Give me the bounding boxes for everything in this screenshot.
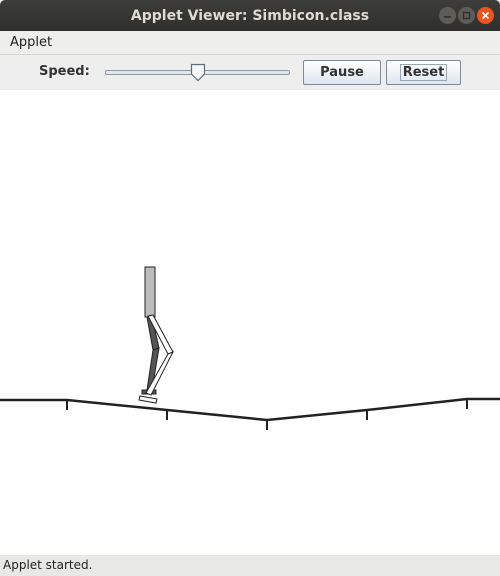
walker-figure [138,266,175,404]
minimize-icon[interactable] [439,7,456,24]
speed-label: Speed: [39,64,90,79]
walker-torso [144,266,156,318]
reset-button[interactable]: Reset [386,60,461,85]
window-title: Applet Viewer: Simbicon.class [130,7,370,24]
control-panel: Speed: Pause Reset [0,55,500,90]
status-bar: Applet started. [0,555,500,576]
close-icon[interactable] [477,7,494,24]
speed-slider[interactable] [105,63,290,83]
menu-applet[interactable]: Applet [10,35,52,50]
ground-ticks [66,399,468,430]
pause-button[interactable]: Pause [303,60,381,85]
status-text: Applet started. [3,558,93,572]
ground-line [0,397,500,422]
speed-slider-thumb[interactable] [190,63,206,83]
simulation-drawing [0,266,500,430]
simulation-canvas [0,90,500,555]
maximize-icon[interactable] [458,7,475,24]
walker-foot-front [138,395,158,404]
menu-bar: Applet [0,31,500,55]
window-titlebar[interactable]: Applet Viewer: Simbicon.class [0,0,500,31]
reset-button-label: Reset [399,64,448,81]
